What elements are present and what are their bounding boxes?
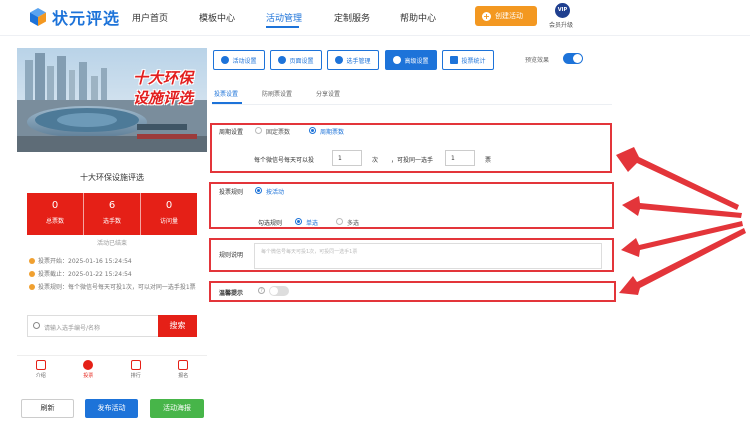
annotation-arrows [616,147,746,295]
app-root: 状元评选 用户首页 模板中心 活动管理 定制服务 帮助中心 + 创建活动 VIP… [0,0,750,433]
